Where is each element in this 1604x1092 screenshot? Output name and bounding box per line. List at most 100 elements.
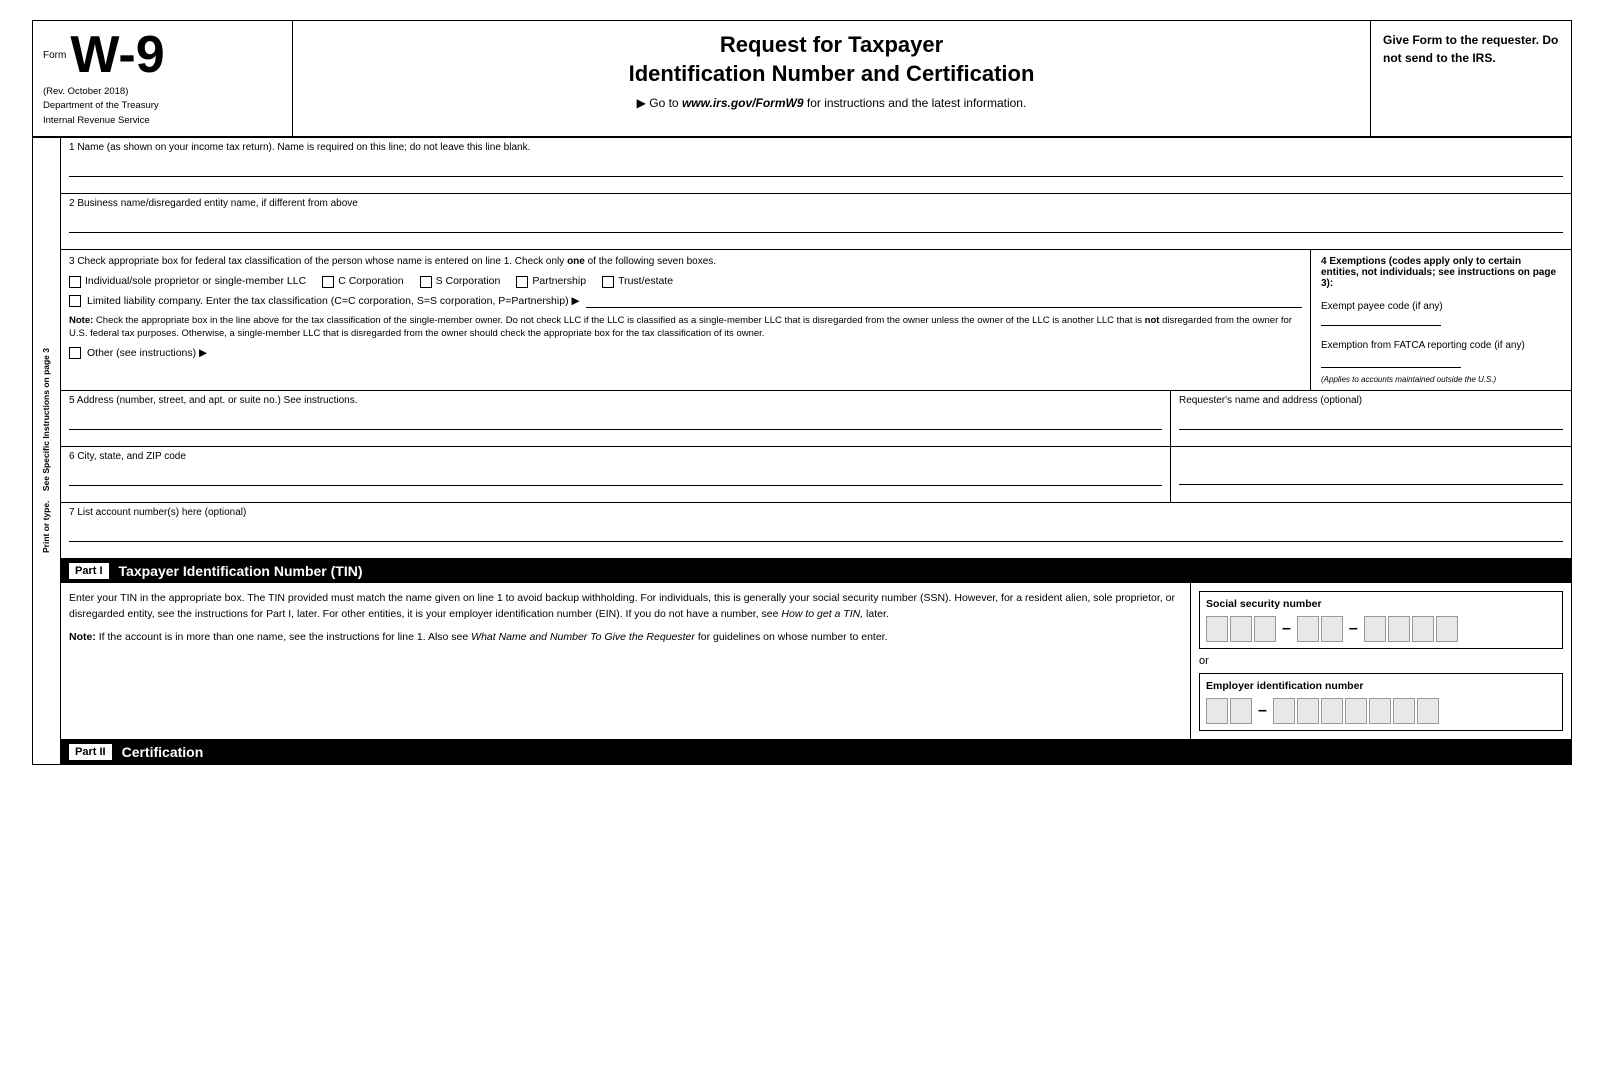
part2-label: Part II: [69, 744, 112, 760]
line7-input[interactable]: [69, 524, 1563, 542]
header-right: Give Form to the requester. Do not send …: [1371, 21, 1571, 136]
line1-field: 1 Name (as shown on your income tax retu…: [61, 138, 1571, 194]
header-center: Request for Taxpayer Identification Numb…: [293, 21, 1371, 136]
classification-checkboxes: Individual/sole proprietor or single-mem…: [69, 275, 1302, 288]
requester-label: Requester's name and address (optional): [1179, 395, 1563, 406]
ssn-cell-6[interactable]: [1364, 616, 1386, 642]
line6-label: 6 City, state, and ZIP code: [69, 451, 1162, 462]
ein-cell-3[interactable]: [1273, 698, 1295, 724]
ein-dash: –: [1256, 702, 1269, 720]
ssn-seg2: [1297, 616, 1343, 642]
note-text: Note: Check the appropriate box in the l…: [69, 314, 1302, 341]
checkbox-c-corp[interactable]: C Corporation: [322, 275, 403, 288]
or-text: or: [1199, 655, 1563, 667]
ssn-cell-5[interactable]: [1321, 616, 1343, 642]
ssn-cell-9[interactable]: [1436, 616, 1458, 642]
line6-right: [1171, 447, 1571, 502]
checkbox-s-corp[interactable]: S Corporation: [420, 275, 501, 288]
part1-note: Note: If the account is in more than one…: [69, 630, 1182, 646]
line5-left: 5 Address (number, street, and apt. or s…: [61, 391, 1171, 446]
llc-input[interactable]: [586, 294, 1302, 308]
line2-input[interactable]: [69, 215, 1563, 233]
main-content: 1 Name (as shown on your income tax retu…: [61, 138, 1571, 764]
llc-checkbox-box[interactable]: [69, 295, 81, 307]
line6-row: 6 City, state, and ZIP code: [61, 447, 1571, 503]
ein-seg2: [1273, 698, 1439, 724]
exempt-payee-input[interactable]: [1321, 312, 1441, 326]
s-corp-checkbox-box[interactable]: [420, 276, 432, 288]
ssn-cell-3[interactable]: [1254, 616, 1276, 642]
ssn-cell-1[interactable]: [1206, 616, 1228, 642]
form-header: Form W-9 (Rev. October 2018) Department …: [33, 21, 1571, 138]
ssn-dash-1: –: [1280, 620, 1293, 638]
checkbox-partnership[interactable]: Partnership: [516, 275, 586, 288]
line6-left: 6 City, state, and ZIP code: [61, 447, 1171, 502]
w9-form: Form W-9 (Rev. October 2018) Department …: [32, 20, 1572, 765]
fatca-area: [1321, 354, 1561, 371]
ein-label: Employer identification number: [1206, 680, 1556, 692]
ssn-fields: – –: [1206, 616, 1556, 642]
part1-label: Part I: [69, 563, 109, 579]
line2-label: 2 Business name/disregarded entity name,…: [69, 198, 1563, 209]
ein-cell-1[interactable]: [1206, 698, 1228, 724]
line3-label: 3 Check appropriate box for federal tax …: [69, 256, 1302, 267]
checkbox-trust[interactable]: Trust/estate: [602, 275, 673, 288]
form-label: Form: [43, 50, 66, 61]
ein-cell-7[interactable]: [1369, 698, 1391, 724]
trust-checkbox-box[interactable]: [602, 276, 614, 288]
line7-label: 7 List account number(s) here (optional): [69, 507, 1563, 518]
ssn-box: Social security number –: [1199, 591, 1563, 649]
part2-title: Certification: [122, 744, 204, 760]
ein-cell-9[interactable]: [1417, 698, 1439, 724]
sidebar-text: Print or type. See Specific Instructions…: [41, 348, 51, 553]
ssn-cell-4[interactable]: [1297, 616, 1319, 642]
individual-checkbox-box[interactable]: [69, 276, 81, 288]
llc-row: Limited liability company. Enter the tax…: [69, 294, 1302, 308]
header-sub: (Rev. October 2018) Department of the Tr…: [43, 85, 282, 128]
fatca-label: Exemption from FATCA reporting code (if …: [1321, 339, 1561, 352]
irs: Internal Revenue Service: [43, 114, 282, 128]
header-left: Form W-9 (Rev. October 2018) Department …: [33, 21, 293, 136]
ssn-cell-2[interactable]: [1230, 616, 1252, 642]
partnership-checkbox-box[interactable]: [516, 276, 528, 288]
ein-fields: –: [1206, 698, 1556, 724]
fatca-input[interactable]: [1321, 354, 1461, 368]
line5-input[interactable]: [69, 412, 1162, 430]
requester-input[interactable]: [1179, 412, 1563, 430]
line6-right-input[interactable]: [1179, 467, 1563, 485]
rev-date: (Rev. October 2018): [43, 85, 282, 99]
ein-cell-5[interactable]: [1321, 698, 1343, 724]
part1-header: Part I Taxpayer Identification Number (T…: [61, 559, 1571, 583]
other-checkbox-box[interactable]: [69, 347, 81, 359]
ein-seg1: [1206, 698, 1252, 724]
form-w9: W-9: [70, 29, 164, 81]
line1-input[interactable]: [69, 159, 1563, 177]
ein-box: Employer identification number –: [1199, 673, 1563, 731]
form-body: Print or type. See Specific Instructions…: [33, 138, 1571, 764]
part1-title: Taxpayer Identification Number (TIN): [119, 563, 363, 579]
line7-row: 7 List account number(s) here (optional): [61, 503, 1571, 559]
sidebar: Print or type. See Specific Instructions…: [33, 138, 61, 764]
ssn-dash-2: –: [1347, 620, 1360, 638]
ein-cell-4[interactable]: [1297, 698, 1319, 724]
form-number-row: Form W-9: [43, 29, 282, 81]
line4-label: 4 Exemptions (codes apply only to certai…: [1321, 256, 1561, 289]
line2-field: 2 Business name/disregarded entity name,…: [61, 194, 1571, 250]
part1-left: Enter your TIN in the appropriate box. T…: [61, 583, 1191, 739]
form-title: Request for Taxpayer Identification Numb…: [313, 31, 1350, 88]
line6-input[interactable]: [69, 468, 1162, 486]
ssn-cell-8[interactable]: [1412, 616, 1434, 642]
checkbox-individual[interactable]: Individual/sole proprietor or single-mem…: [69, 275, 306, 288]
ein-cell-6[interactable]: [1345, 698, 1367, 724]
line3-left: 3 Check appropriate box for federal tax …: [61, 250, 1311, 390]
ssn-seg1: [1206, 616, 1276, 642]
c-corp-checkbox-box[interactable]: [322, 276, 334, 288]
ssn-cell-7[interactable]: [1388, 616, 1410, 642]
exempt-payee-label: Exempt payee code (if any): [1321, 301, 1561, 312]
part1-right: Social security number –: [1191, 583, 1571, 739]
line5-label: 5 Address (number, street, and apt. or s…: [69, 395, 1162, 406]
line3-section: 3 Check appropriate box for federal tax …: [61, 250, 1571, 391]
ssn-label: Social security number: [1206, 598, 1556, 610]
ein-cell-8[interactable]: [1393, 698, 1415, 724]
ein-cell-2[interactable]: [1230, 698, 1252, 724]
